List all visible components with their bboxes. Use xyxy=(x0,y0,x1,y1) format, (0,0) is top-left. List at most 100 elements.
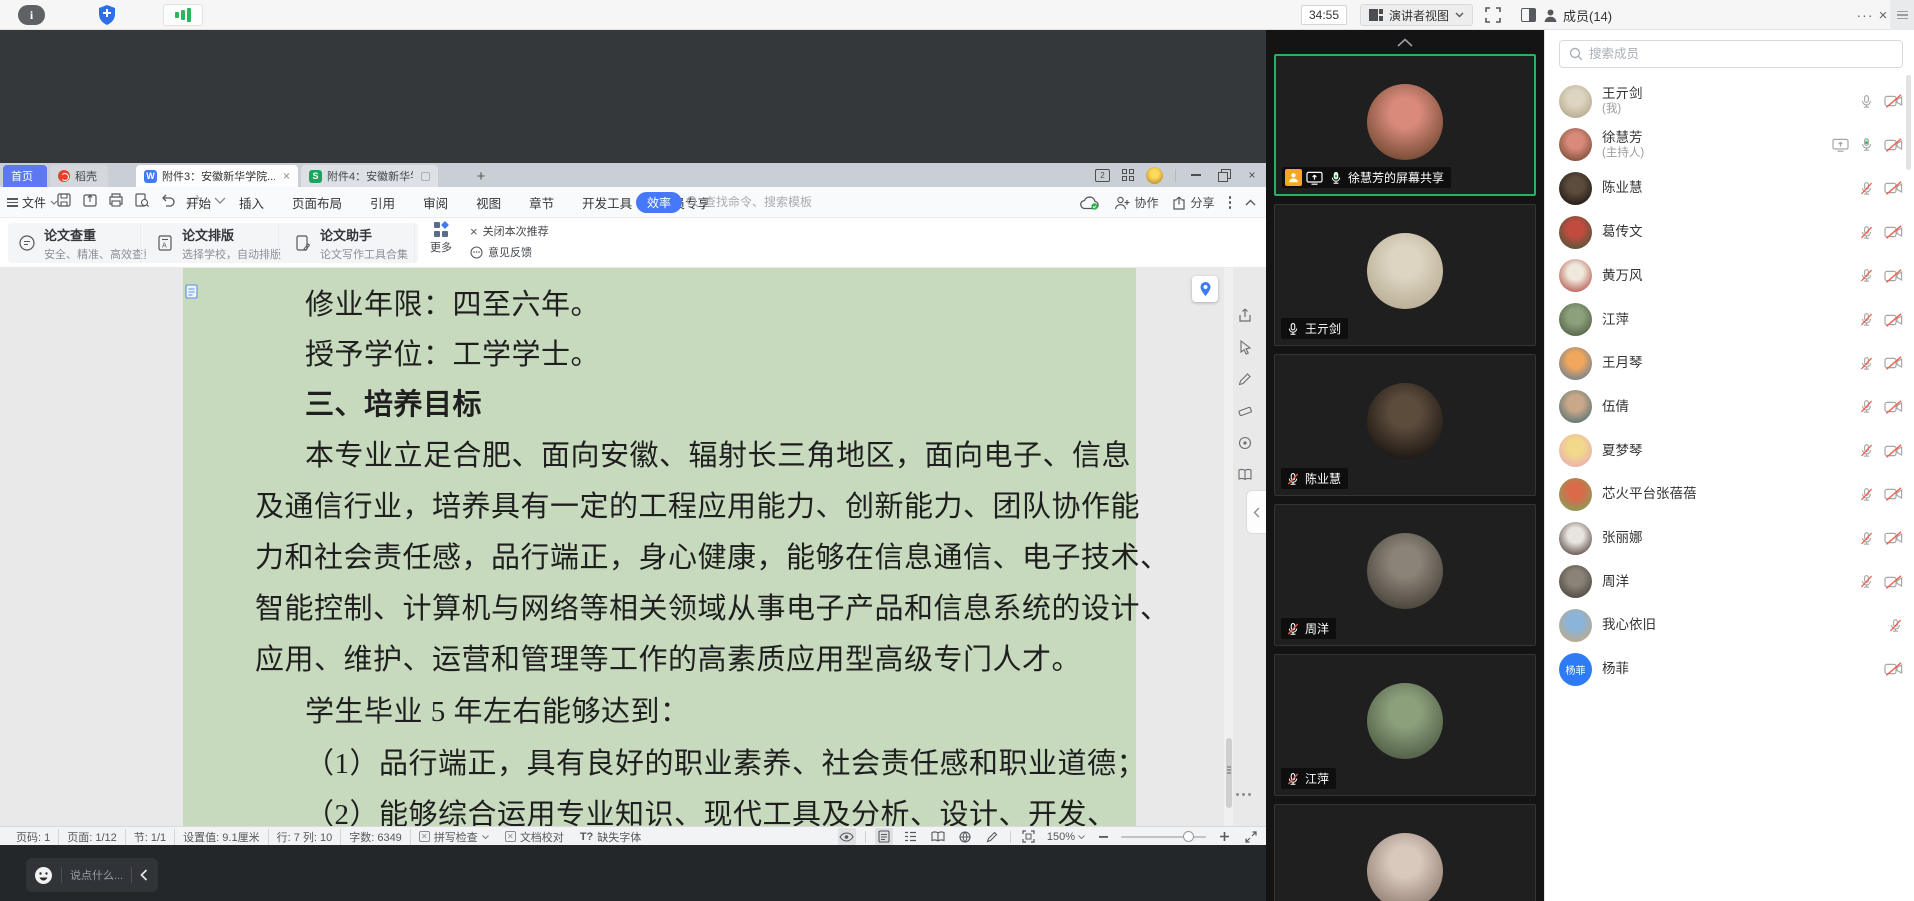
new-tab-button[interactable]: + xyxy=(470,165,492,187)
side-panel-toggle-button[interactable] xyxy=(1518,5,1538,25)
member-row-张丽娜[interactable]: 张丽娜 xyxy=(1545,516,1914,560)
location-pin-button[interactable] xyxy=(1192,276,1218,302)
promo-card-3[interactable]: 论文助手论文写作工具合集 xyxy=(284,223,418,263)
menu-2[interactable]: 插入 xyxy=(225,193,278,212)
more-options-icon[interactable] xyxy=(1229,196,1232,209)
member-row-陈业慧[interactable]: 陈业慧 xyxy=(1545,166,1914,210)
export-icon[interactable] xyxy=(81,191,98,208)
menu-1[interactable]: 开始 xyxy=(172,193,225,212)
more-tools-icon[interactable] xyxy=(1236,793,1251,796)
member-row-杨菲[interactable]: 杨菲杨菲 xyxy=(1545,647,1914,691)
member-camera-button[interactable] xyxy=(1884,662,1903,676)
member-camera-button[interactable] xyxy=(1884,94,1903,108)
print-icon[interactable] xyxy=(107,191,124,208)
side-target-icon[interactable] xyxy=(1236,434,1254,452)
member-mic-button[interactable] xyxy=(1859,94,1874,109)
spellcheck-button[interactable]: ✕拼写检查 xyxy=(411,829,497,845)
meeting-info-icon[interactable]: i xyxy=(18,5,45,25)
panel-drag-handle[interactable] xyxy=(1890,0,1914,30)
document-tab-2[interactable]: 稻壳 xyxy=(50,165,108,187)
fullscreen-button[interactable] xyxy=(1482,5,1504,25)
zoom-level-button[interactable]: 150% xyxy=(1047,831,1085,843)
sidebar-collapse-tab[interactable] xyxy=(1246,490,1266,534)
member-row-黄万风[interactable]: 黄万风 xyxy=(1545,254,1914,298)
collaborate-button[interactable]: 协作 xyxy=(1114,194,1158,211)
file-menu-button[interactable]: 文件 xyxy=(7,192,58,213)
chat-input-pill[interactable]: 说点什么... xyxy=(26,858,158,892)
network-signal-icon[interactable] xyxy=(163,4,203,26)
video-tile-partial[interactable] xyxy=(1274,804,1536,901)
member-screen-share-icon[interactable] xyxy=(1832,138,1849,152)
comment-marker-icon[interactable] xyxy=(185,284,198,302)
member-mic-button[interactable] xyxy=(1859,181,1874,196)
scrollbar-thumb[interactable] xyxy=(1226,738,1232,808)
member-row-芯火平台张蓓蓓[interactable]: 芯火平台张蓓蓓 xyxy=(1545,472,1914,516)
minimize-button[interactable] xyxy=(1188,167,1204,183)
member-camera-button[interactable] xyxy=(1884,138,1903,152)
share-button[interactable]: 分享 xyxy=(1172,194,1214,211)
video-tile-徐慧芳的屏幕共享[interactable]: 徐慧芳的屏幕共享 xyxy=(1274,54,1536,196)
member-row-周洋[interactable]: 周洋 xyxy=(1545,560,1914,604)
video-tile-陈业慧[interactable]: 陈业慧 xyxy=(1274,354,1536,496)
collapse-chat-icon[interactable] xyxy=(140,869,148,881)
web-layout-icon[interactable] xyxy=(956,828,974,845)
member-mic-button[interactable] xyxy=(1859,356,1874,371)
menu-3[interactable]: 页面布局 xyxy=(278,193,356,212)
member-mic-button[interactable] xyxy=(1859,443,1874,458)
outline-view-icon[interactable] xyxy=(902,828,920,845)
side-cursor-icon[interactable] xyxy=(1236,338,1254,356)
promo-more-button[interactable]: 更多 xyxy=(420,222,462,255)
emoji-icon[interactable] xyxy=(34,866,53,885)
split-window-icon[interactable]: 2 xyxy=(1095,169,1110,182)
collapse-strip-button[interactable] xyxy=(1391,34,1419,50)
proofread-button[interactable]: ✕文档校对 xyxy=(497,829,572,845)
ink-edit-icon[interactable] xyxy=(983,828,1001,845)
command-search[interactable]: 查找命令、搜索模板 xyxy=(686,193,812,210)
member-mic-button[interactable] xyxy=(1859,312,1874,327)
member-row-王月琴[interactable]: 王月琴 xyxy=(1545,341,1914,385)
feedback-button[interactable]: 意见反馈 xyxy=(470,244,549,260)
member-camera-button[interactable] xyxy=(1884,313,1903,327)
security-shield-icon[interactable] xyxy=(92,3,122,27)
member-mic-button[interactable] xyxy=(1859,268,1874,283)
menu-7[interactable]: 章节 xyxy=(515,193,568,212)
member-mic-button[interactable] xyxy=(1859,225,1874,240)
close-recommendation-button[interactable]: × 关闭本次推荐 xyxy=(470,223,549,239)
menu-8[interactable]: 开发工具 xyxy=(568,193,646,212)
member-mic-button[interactable] xyxy=(1859,531,1874,546)
promo-card-2[interactable]: A 论文排版选择学校，自动排版 xyxy=(146,223,291,263)
member-row-王亓剑[interactable]: 王亓剑(我) xyxy=(1545,79,1914,123)
efficiency-tab[interactable]: 效率 xyxy=(636,192,682,213)
restore-button[interactable] xyxy=(1216,167,1232,183)
members-scrollbar[interactable] xyxy=(1906,75,1911,170)
eye-protect-icon[interactable] xyxy=(838,828,856,845)
document-scrollbar[interactable] xyxy=(1224,268,1233,826)
member-mic-button[interactable] xyxy=(1859,574,1874,589)
side-share-icon[interactable] xyxy=(1236,306,1254,324)
document-tab-1[interactable]: 首页 xyxy=(3,165,47,187)
collapse-ribbon-icon[interactable] xyxy=(1245,199,1256,206)
member-camera-button[interactable] xyxy=(1884,487,1903,501)
read-mode-icon[interactable] xyxy=(929,828,947,845)
menu-6[interactable]: 视图 xyxy=(462,193,515,212)
tab-close-icon[interactable]: × xyxy=(283,169,290,183)
video-tile-王亓剑[interactable]: 王亓剑 xyxy=(1274,204,1536,346)
print-preview-icon[interactable] xyxy=(133,191,150,208)
video-tile-周洋[interactable]: 周洋 xyxy=(1274,504,1536,646)
member-row-江萍[interactable]: 江萍 xyxy=(1545,298,1914,342)
member-row-夏梦琴[interactable]: 夏梦琴 xyxy=(1545,429,1914,473)
member-row-伍倩[interactable]: 伍倩 xyxy=(1545,385,1914,429)
side-book-icon[interactable] xyxy=(1236,466,1254,484)
member-mic-button[interactable] xyxy=(1888,618,1903,633)
save-icon[interactable] xyxy=(55,191,72,208)
view-mode-button[interactable]: 演讲者视图 xyxy=(1360,4,1473,26)
zoom-in-button[interactable] xyxy=(1215,828,1233,845)
member-search-input[interactable] xyxy=(1589,47,1893,61)
close-button[interactable]: × xyxy=(1244,167,1260,183)
member-camera-button[interactable] xyxy=(1884,269,1903,283)
account-avatar[interactable] xyxy=(1146,167,1163,184)
member-mic-button[interactable] xyxy=(1859,487,1874,502)
member-camera-button[interactable] xyxy=(1884,575,1903,589)
side-ruler-icon[interactable] xyxy=(1236,402,1254,420)
member-camera-button[interactable] xyxy=(1884,444,1903,458)
